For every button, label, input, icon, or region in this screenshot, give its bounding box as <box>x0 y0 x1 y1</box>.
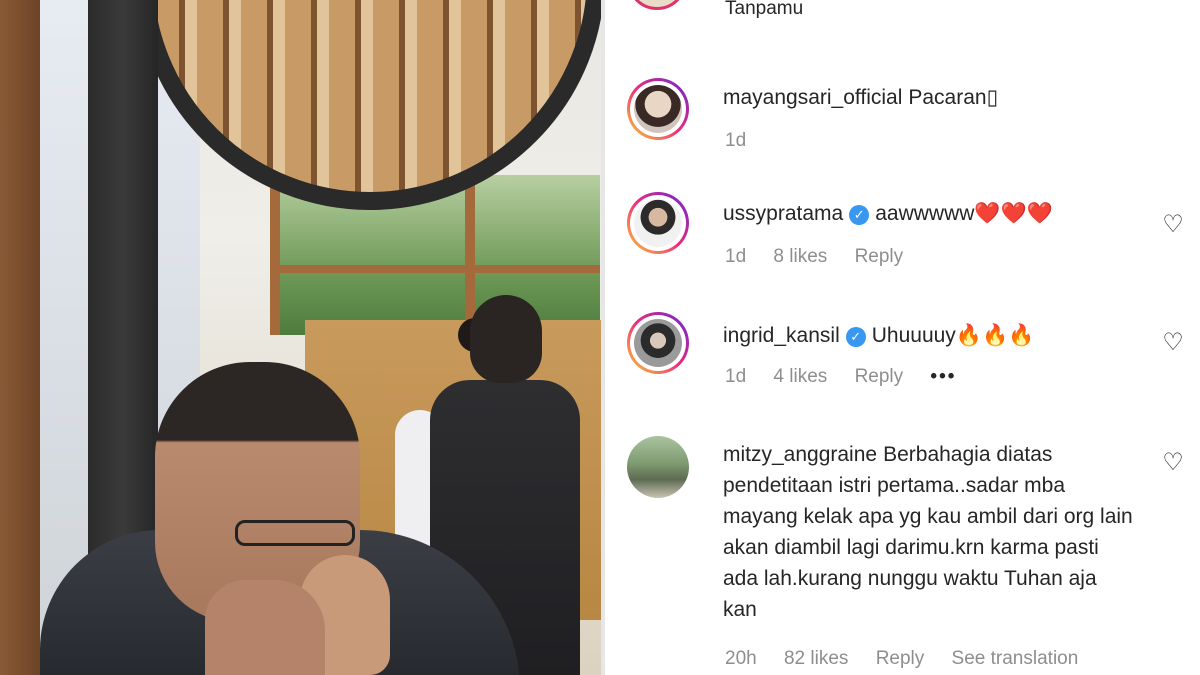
comment-timestamp[interactable]: 1d <box>725 366 746 387</box>
fire-emoji: 🔥🔥🔥 <box>955 324 1035 347</box>
heart-emoji: ❤️❤️❤️ <box>974 202 1053 225</box>
comment-timestamp[interactable]: 1d <box>725 130 746 151</box>
comment-text: Uhuuuuy <box>871 324 956 347</box>
see-translation-link[interactable]: See translation <box>952 648 1079 669</box>
username-link[interactable]: ingrid_kansil <box>723 324 840 347</box>
avatar[interactable] <box>627 78 689 140</box>
window-frame <box>270 175 280 335</box>
reply-button[interactable]: Reply <box>855 366 904 387</box>
heart-outline-icon[interactable]: ♡ <box>1160 450 1186 476</box>
avatar[interactable] <box>627 0 687 10</box>
man-hand <box>205 580 325 675</box>
comment-item: ingrid_kansil ✓ Uhuuuuy🔥🔥🔥 ♡ 1d 4 likes Re… <box>605 308 1200 408</box>
window-frame <box>465 175 475 335</box>
verified-badge-icon: ✓ <box>849 205 870 225</box>
likes-count[interactable]: 82 likes <box>784 648 848 669</box>
username-link[interactable]: ussypratama <box>723 202 843 225</box>
reply-button[interactable]: Reply <box>876 648 925 669</box>
comment-timestamp[interactable]: 20h <box>725 648 757 669</box>
emoji-glyph: ▯ <box>986 86 999 109</box>
likes-count[interactable]: 4 likes <box>773 366 827 387</box>
wall-panel <box>0 0 40 675</box>
comment-text: Pacaran <box>908 86 987 109</box>
comment-text: Berbahagia diatas pendetitaan istri pert… <box>723 443 1133 621</box>
video-frame[interactable] <box>0 0 601 675</box>
comment-text: aawwwww <box>875 202 975 225</box>
avatar[interactable] <box>627 436 689 498</box>
more-options-icon[interactable]: ••• <box>930 366 956 387</box>
avatar[interactable] <box>627 312 689 374</box>
username-link[interactable]: mayangsari_official <box>723 86 902 109</box>
reply-button[interactable]: Reply <box>855 246 904 267</box>
username-link[interactable]: mitzy_anggraine <box>723 443 877 466</box>
comment-text: Tanpamu <box>725 0 804 19</box>
comments-panel: Tanpamu mayangsari_official Pacaran▯ 1d u… <box>605 0 1200 675</box>
likes-count[interactable]: 8 likes <box>773 246 827 267</box>
verified-badge-icon: ✓ <box>845 327 866 347</box>
comment-item: mitzy_anggraine Berbahagia diatas pendeti… <box>605 430 1200 675</box>
heart-outline-icon[interactable]: ♡ <box>1160 330 1186 356</box>
heart-outline-icon[interactable]: ♡ <box>1160 212 1186 238</box>
waitress-head <box>470 295 542 383</box>
eyeglasses <box>235 520 355 546</box>
comment-timestamp[interactable]: 1d <box>725 246 746 267</box>
window-frame <box>270 265 600 273</box>
comment-item: mayangsari_official Pacaran▯ 1d <box>605 72 1200 162</box>
avatar[interactable] <box>627 192 689 254</box>
comment-item: ussypratama ✓ aawwwww❤️❤️❤️ ♡ 1d 8 likes R… <box>605 186 1200 286</box>
